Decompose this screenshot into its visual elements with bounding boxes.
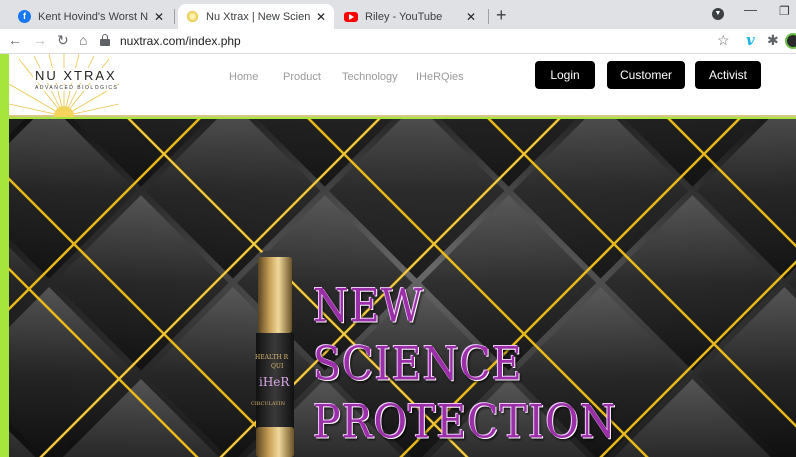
browser-toolbar: ← → ↻ ⌂ nuxtrax.com/index.php ☆ v ✱	[0, 29, 796, 54]
nav-product[interactable]: Product	[283, 71, 321, 83]
facebook-icon: f	[18, 10, 31, 23]
vimeo-extension-icon[interactable]: v	[746, 31, 755, 49]
headline-line-2: SCIENCE	[313, 337, 523, 391]
nuxtrax-logo[interactable]: NU XTRAX ADVANCED BIOLOGICS	[9, 54, 119, 117]
nav-technology[interactable]: Technology	[342, 71, 398, 83]
browser-tab-strip: f Kent Hovind's Worst Nightmare ( ✕ Nu X…	[0, 0, 796, 29]
nuxtrax-sun-icon	[186, 10, 199, 23]
tab-facebook[interactable]: f Kent Hovind's Worst Nightmare ( ✕	[10, 4, 172, 29]
logo-tagline: ADVANCED BIOLOGICS	[35, 85, 119, 91]
bottle-brand: iHeR	[259, 375, 290, 389]
tab-title: Kent Hovind's Worst Nightmare (	[38, 10, 148, 23]
lock-icon[interactable]	[100, 34, 110, 46]
profile-avatar[interactable]	[785, 33, 796, 49]
restore-icon[interactable]: ❐	[779, 4, 790, 18]
tab-separator	[488, 9, 489, 24]
logo-name: NU XTRAX	[33, 68, 119, 83]
forward-arrow-icon[interactable]: →	[33, 32, 47, 48]
address-bar[interactable]: nuxtrax.com/index.php	[120, 34, 241, 48]
login-button[interactable]: Login	[535, 61, 595, 89]
tab-search-icon[interactable]: ▼	[712, 8, 724, 20]
minimize-icon[interactable]: —	[744, 2, 757, 17]
reload-icon[interactable]: ↻	[57, 32, 69, 49]
hero-banner: HEALTH R QUI iHeR CIRCULATIN NEW SCIENCE…	[9, 119, 796, 457]
activist-button[interactable]: Activist	[695, 61, 761, 89]
new-tab-button[interactable]: +	[496, 5, 507, 26]
youtube-icon	[344, 11, 358, 22]
site-header: NU XTRAX ADVANCED BIOLOGICS Home Product…	[9, 54, 796, 117]
home-icon[interactable]: ⌂	[79, 32, 87, 48]
back-arrow-icon[interactable]: ←	[8, 32, 22, 48]
close-tab-icon[interactable]: ✕	[316, 10, 326, 24]
headline-line-1: NEW	[313, 279, 424, 333]
tab-separator	[174, 9, 175, 24]
close-tab-icon[interactable]: ✕	[154, 10, 164, 24]
bottle-label-line1: HEALTH R	[255, 354, 289, 361]
extensions-puzzle-icon[interactable]: ✱	[767, 32, 779, 49]
close-tab-icon[interactable]: ✕	[466, 10, 476, 24]
nav-iherqies[interactable]: IHeRQies	[416, 71, 464, 83]
bottle-label-line2: QUI	[271, 363, 284, 370]
tab-title: Riley - YouTube	[365, 10, 443, 23]
nav-home[interactable]: Home	[229, 71, 258, 83]
bookmark-star-icon[interactable]: ☆	[717, 32, 730, 49]
product-bottle	[256, 251, 294, 457]
tab-title: Nu Xtrax | New Science Protectio	[206, 10, 310, 23]
headline-line-3: PROTECTION	[313, 395, 617, 449]
tab-nuxtrax[interactable]: Nu Xtrax | New Science Protectio ✕	[178, 4, 334, 29]
tab-youtube[interactable]: Riley - YouTube ✕	[336, 4, 484, 29]
customer-button[interactable]: Customer	[607, 61, 685, 89]
bottle-label-line3: CIRCULATIN	[251, 401, 285, 407]
